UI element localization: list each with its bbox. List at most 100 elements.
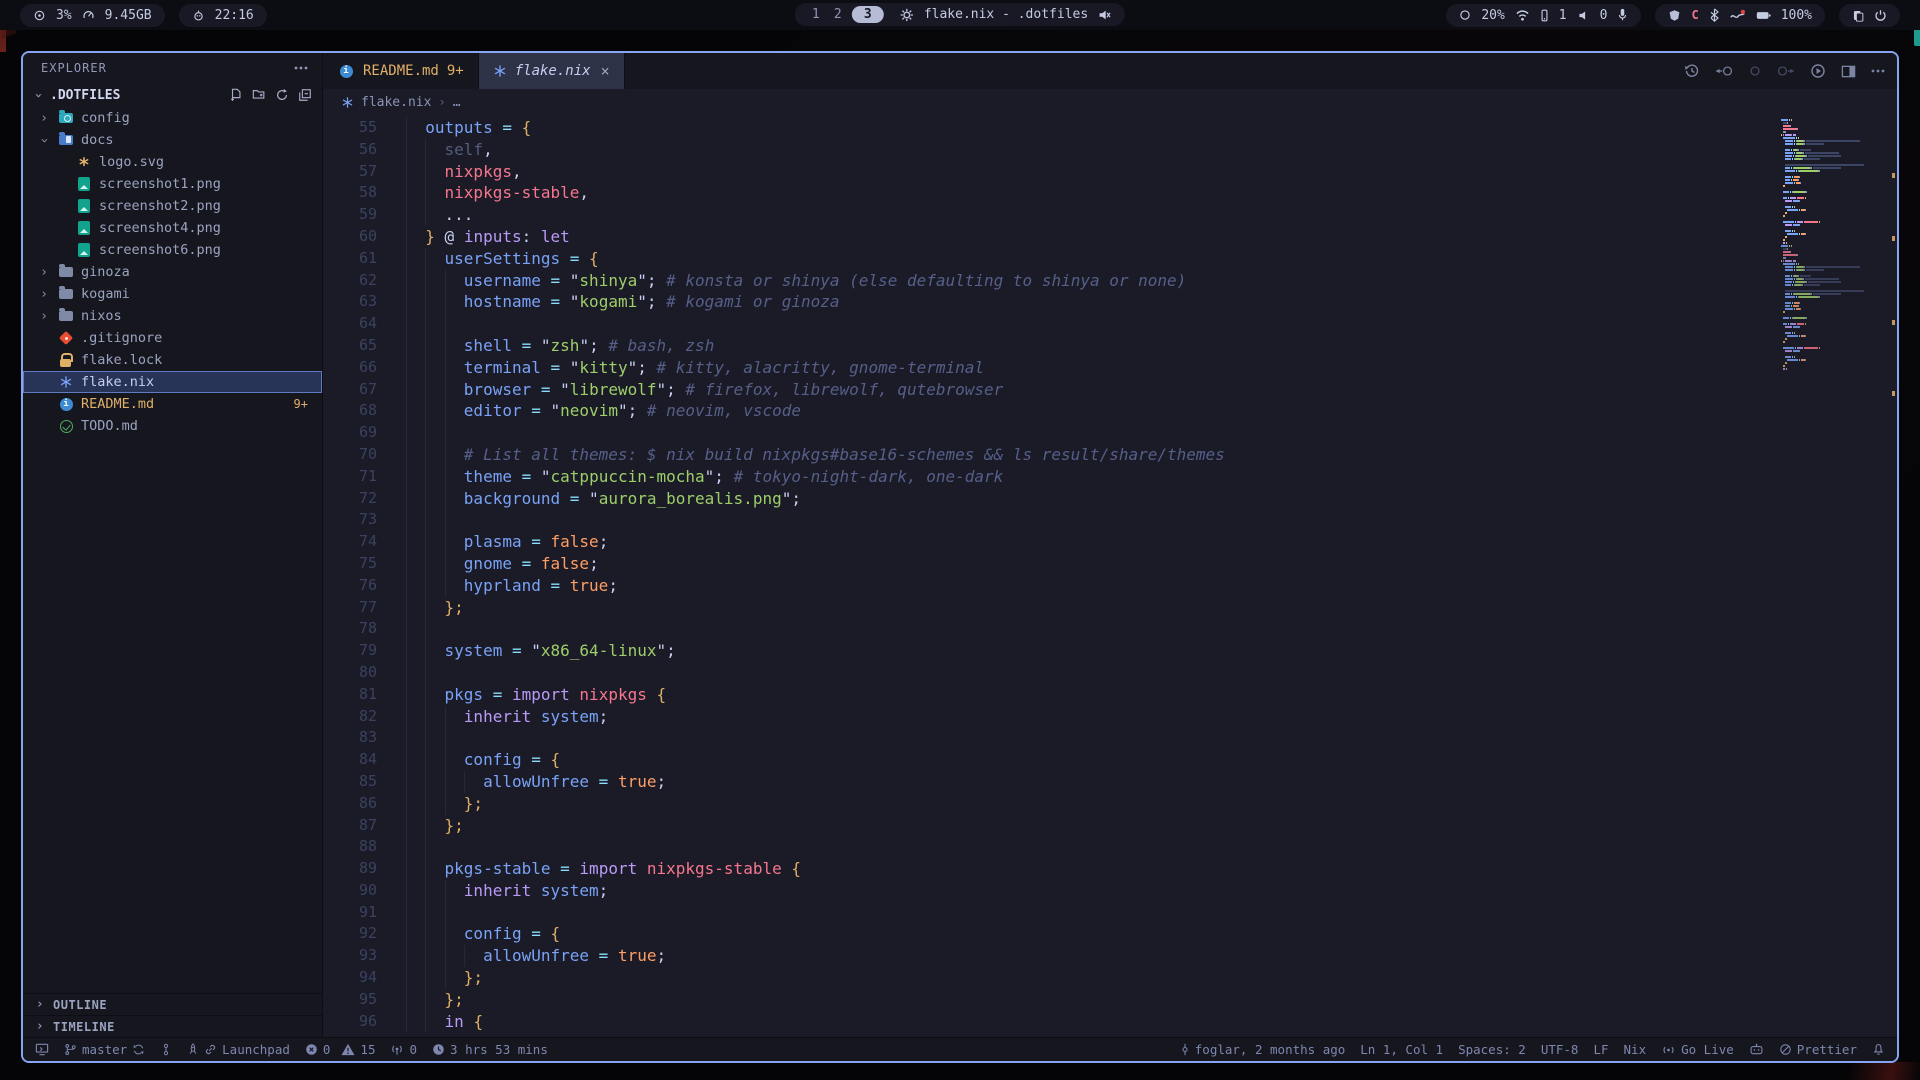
run-icon[interactable] <box>1810 63 1826 79</box>
code-line-95[interactable]: 95 }; <box>323 989 1765 1011</box>
golive-button[interactable]: Go Live <box>1661 1042 1734 1057</box>
minimap[interactable] <box>1779 119 1885 371</box>
scm-graph-button[interactable] <box>160 1043 172 1056</box>
problems-button[interactable]: 0 15 <box>305 1042 376 1057</box>
tree-item-nixos[interactable]: ›nixos <box>23 305 322 327</box>
prettier-button[interactable]: Prettier <box>1779 1042 1857 1057</box>
code-line-61[interactable]: 61 userSettings = { <box>323 248 1765 270</box>
code-line-76[interactable]: 76 hyprland = true; <box>323 575 1765 597</box>
code-line-65[interactable]: 65 shell = "zsh"; # bash, zsh <box>323 335 1765 357</box>
code-line-74[interactable]: 74 plasma = false; <box>323 531 1765 553</box>
tree-item-screenshot1.png[interactable]: ›screenshot1.png <box>23 173 322 195</box>
code-line-85[interactable]: 85 allowUnfree = true; <box>323 771 1765 793</box>
cursor-position[interactable]: Ln 1, Col 1 <box>1360 1042 1443 1057</box>
timeline-panel-header[interactable]: › TIMELINE <box>23 1015 322 1037</box>
tree-item-.gitignore[interactable]: ›.gitignore <box>23 327 322 349</box>
code-line-77[interactable]: 77 }; <box>323 597 1765 619</box>
code-line-96[interactable]: 96 in { <box>323 1011 1765 1033</box>
code-line-75[interactable]: 75 gnome = false; <box>323 553 1765 575</box>
encoding[interactable]: UTF-8 <box>1541 1042 1579 1057</box>
code-line-91[interactable]: 91 <box>323 902 1765 924</box>
next-change-icon[interactable] <box>1777 64 1795 78</box>
code-line-82[interactable]: 82 inherit system; <box>323 706 1765 728</box>
change-dot-icon[interactable] <box>1748 64 1762 78</box>
collapse-all-icon[interactable] <box>298 88 312 102</box>
new-file-icon[interactable] <box>229 88 243 102</box>
code-line-67[interactable]: 67 browser = "librewolf"; # firefox, lib… <box>323 379 1765 401</box>
workspace-1[interactable]: 1 <box>808 7 824 22</box>
tree-item-screenshot6.png[interactable]: ›screenshot6.png <box>23 239 322 261</box>
tab-readme[interactable]: README.md 9+ <box>323 53 479 89</box>
code-line-86[interactable]: 86 }; <box>323 793 1765 815</box>
speaker-muted-icon[interactable] <box>1098 8 1112 22</box>
code-line-58[interactable]: 58 nixpkgs-stable, <box>323 182 1765 204</box>
tray-module[interactable]: C 100% <box>1655 4 1825 27</box>
git-branch-button[interactable]: master <box>64 1042 145 1057</box>
breadcrumb[interactable]: flake.nix › … <box>323 89 1897 115</box>
code-line-62[interactable]: 62 username = "shinya"; # konsta or shin… <box>323 270 1765 292</box>
code-line-78[interactable]: 78 <box>323 618 1765 640</box>
code-line-56[interactable]: 56 self, <box>323 139 1765 161</box>
breadcrumb-symbol[interactable]: … <box>453 95 461 110</box>
code-line-89[interactable]: 89 pkgs-stable = import nixpkgs-stable { <box>323 858 1765 880</box>
tree-item-ginoza[interactable]: ›ginoza <box>23 261 322 283</box>
code-line-71[interactable]: 71 theme = "catppuccin-mocha"; # tokyo-n… <box>323 466 1765 488</box>
clock-module[interactable]: 22:16 <box>179 4 267 27</box>
tab-flake-nix[interactable]: flake.nix × <box>479 53 625 89</box>
code-line-84[interactable]: 84 config = { <box>323 749 1765 771</box>
tree-item-flake.lock[interactable]: ›flake.lock <box>23 349 322 371</box>
code-line-93[interactable]: 93 allowUnfree = true; <box>323 945 1765 967</box>
code-line-87[interactable]: 87 }; <box>323 815 1765 837</box>
code-line-63[interactable]: 63 hostname = "kogami"; # kogami or gino… <box>323 291 1765 313</box>
code-line-60[interactable]: 60 } @ inputs: let <box>323 226 1765 248</box>
tree-item-config[interactable]: ›config <box>23 107 322 129</box>
launchpad-button[interactable]: Launchpad <box>187 1042 290 1057</box>
more-icon[interactable] <box>1871 69 1885 73</box>
split-editor-icon[interactable] <box>1841 64 1856 79</box>
outline-panel-header[interactable]: › OUTLINE <box>23 993 322 1015</box>
power-module[interactable] <box>1839 4 1900 27</box>
code-line-83[interactable]: 83 <box>323 727 1765 749</box>
code-line-90[interactable]: 90 inherit system; <box>323 880 1765 902</box>
ports-button[interactable]: 0 <box>390 1042 417 1057</box>
copilot-button[interactable] <box>1749 1043 1764 1056</box>
code-line-81[interactable]: 81 pkgs = import nixpkgs { <box>323 684 1765 706</box>
history-icon[interactable] <box>1684 63 1700 79</box>
more-actions-icon[interactable] <box>294 66 308 70</box>
tree-item-screenshot2.png[interactable]: ›screenshot2.png <box>23 195 322 217</box>
prev-change-icon[interactable] <box>1715 64 1733 78</box>
code-line-68[interactable]: 68 editor = "neovim"; # neovim, vscode <box>323 400 1765 422</box>
refresh-icon[interactable] <box>275 88 289 102</box>
system-stats-module[interactable]: 3% 9.45GB <box>20 4 165 27</box>
tree-item-logo.svg[interactable]: ›*logo.svg <box>23 151 322 173</box>
code-line-92[interactable]: 92 config = { <box>323 923 1765 945</box>
code-line-72[interactable]: 72 background = "aurora_borealis.png"; <box>323 488 1765 510</box>
tree-item-docs[interactable]: ›docs <box>23 129 322 151</box>
tree-item-TODO.md[interactable]: ›TODO.md <box>23 415 322 437</box>
code-line-88[interactable]: 88 <box>323 836 1765 858</box>
code-editor[interactable]: 55 outputs = {56 self,57 nixpkgs,58 nixp… <box>323 115 1897 1037</box>
power-icon[interactable] <box>1874 9 1887 22</box>
tree-item-flake.nix[interactable]: ›flake.nix <box>23 371 322 393</box>
workspace-2[interactable]: 2 <box>830 7 846 22</box>
code-line-59[interactable]: 59 ... <box>323 204 1765 226</box>
language-mode[interactable]: Nix <box>1624 1042 1647 1057</box>
code-line-57[interactable]: 57 nixpkgs, <box>323 161 1765 183</box>
code-line-66[interactable]: 66 terminal = "kitty"; # kitty, alacritt… <box>323 357 1765 379</box>
clipboard-icon[interactable] <box>1852 9 1864 22</box>
close-icon[interactable]: × <box>601 62 610 80</box>
tree-item-screenshot4.png[interactable]: ›screenshot4.png <box>23 217 322 239</box>
code-line-70[interactable]: 70 # List all themes: $ nix build nixpkg… <box>323 444 1765 466</box>
code-line-94[interactable]: 94 }; <box>323 967 1765 989</box>
notifications-bell[interactable] <box>1872 1043 1885 1056</box>
breadcrumb-file[interactable]: flake.nix <box>361 95 431 110</box>
code-line-64[interactable]: 64 <box>323 313 1765 335</box>
eol-sequence[interactable]: LF <box>1593 1042 1608 1057</box>
code-line-69[interactable]: 69 <box>323 422 1765 444</box>
indentation[interactable]: Spaces: 2 <box>1458 1042 1526 1057</box>
remote-window-button[interactable] <box>35 1043 49 1056</box>
workspace-3[interactable]: 3 <box>852 6 884 23</box>
workspace-root-row[interactable]: › .DOTFILES <box>23 83 322 107</box>
git-blame-item[interactable]: foglar, 2 months ago <box>1180 1042 1346 1057</box>
code-line-80[interactable]: 80 <box>323 662 1765 684</box>
